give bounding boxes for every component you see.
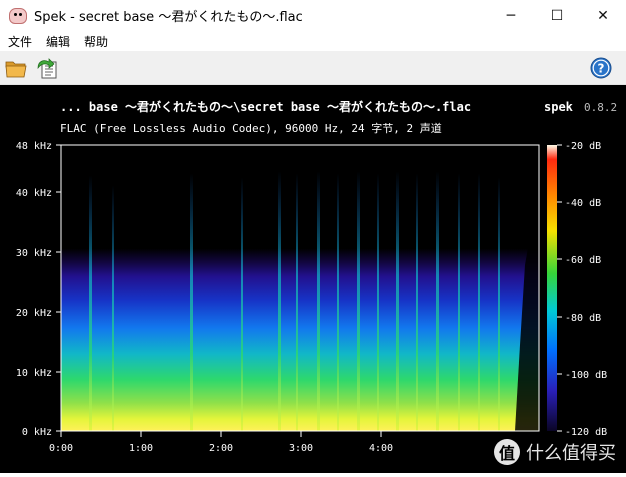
db-tick-label: -80 dB — [565, 313, 601, 324]
watermark-badge: 值 — [494, 439, 520, 465]
x-tick-label: 4:00 — [369, 443, 393, 454]
db-tick-label: -120 dB — [565, 427, 607, 438]
app-icon — [9, 7, 27, 24]
spectrogram-svg: ... base ～君がくれたもの～\secret base ～君がくれたもの～… — [16, 99, 617, 454]
watermark-text: 什么值得买 — [526, 443, 616, 464]
menu-bar: 文件 编辑 帮助 — [0, 31, 626, 51]
help-button[interactable]: ? — [589, 56, 613, 80]
db-color-scale — [547, 145, 557, 431]
toolbar: ? — [0, 51, 626, 85]
db-scale-axis: -20 dB -40 dB -60 dB -80 dB -100 dB -120… — [557, 141, 607, 438]
menu-file[interactable]: 文件 — [0, 33, 38, 50]
db-tick-label: -20 dB — [565, 141, 601, 152]
window-title: Spek - secret base ～君がくれたもの～.flac — [34, 10, 303, 25]
save-image-button[interactable] — [35, 56, 59, 80]
db-tick-label: -40 dB — [565, 198, 601, 209]
save-image-icon — [37, 58, 57, 79]
y-tick-label: 10 kHz — [16, 368, 52, 379]
time-axis: 0:00 1:00 2:00 3:00 4:00 — [49, 431, 393, 454]
x-tick-label: 2:00 — [209, 443, 233, 454]
close-button[interactable]: ✕ — [580, 0, 626, 31]
folder-open-icon — [5, 61, 27, 78]
x-tick-label: 3:00 — [289, 443, 313, 454]
menu-edit[interactable]: 编辑 — [38, 33, 76, 50]
svg-text:?: ? — [598, 62, 605, 76]
db-tick-label: -100 dB — [565, 370, 607, 381]
title-bar: Spek - secret base ～君がくれたもの～.flac ─ ☐ ✕ — [0, 0, 626, 31]
y-tick-label: 48 kHz — [16, 141, 52, 152]
watermark: 值 什么值得买 — [494, 439, 616, 465]
menu-help[interactable]: 帮助 — [76, 33, 114, 50]
app-name-label: spek — [544, 100, 574, 114]
y-tick-label: 0 kHz — [22, 427, 52, 438]
y-tick-label: 20 kHz — [16, 308, 52, 319]
minimize-button[interactable]: ─ — [488, 0, 534, 31]
open-file-button[interactable] — [4, 56, 28, 80]
file-path-label: ... base ～君がくれたもの～\secret base ～君がくれたもの～… — [60, 99, 471, 114]
db-tick-label: -60 dB — [565, 255, 601, 266]
maximize-button[interactable]: ☐ — [534, 0, 580, 31]
spectrogram-energy — [61, 197, 539, 431]
spectrogram-view[interactable]: ... base ～君がくれたもの～\secret base ～君がくれたもの～… — [0, 85, 626, 473]
x-tick-label: 0:00 — [49, 443, 73, 454]
format-info-label: FLAC (Free Lossless Audio Codec), 96000 … — [60, 121, 442, 135]
x-tick-label: 1:00 — [129, 443, 153, 454]
help-icon: ? — [590, 57, 612, 79]
y-tick-label: 40 kHz — [16, 188, 52, 199]
frequency-axis: 48 kHz 40 kHz 30 kHz 20 kHz 10 kHz 0 kHz — [16, 141, 61, 438]
version-label: 0.8.2 — [584, 101, 617, 114]
y-tick-label: 30 kHz — [16, 248, 52, 259]
